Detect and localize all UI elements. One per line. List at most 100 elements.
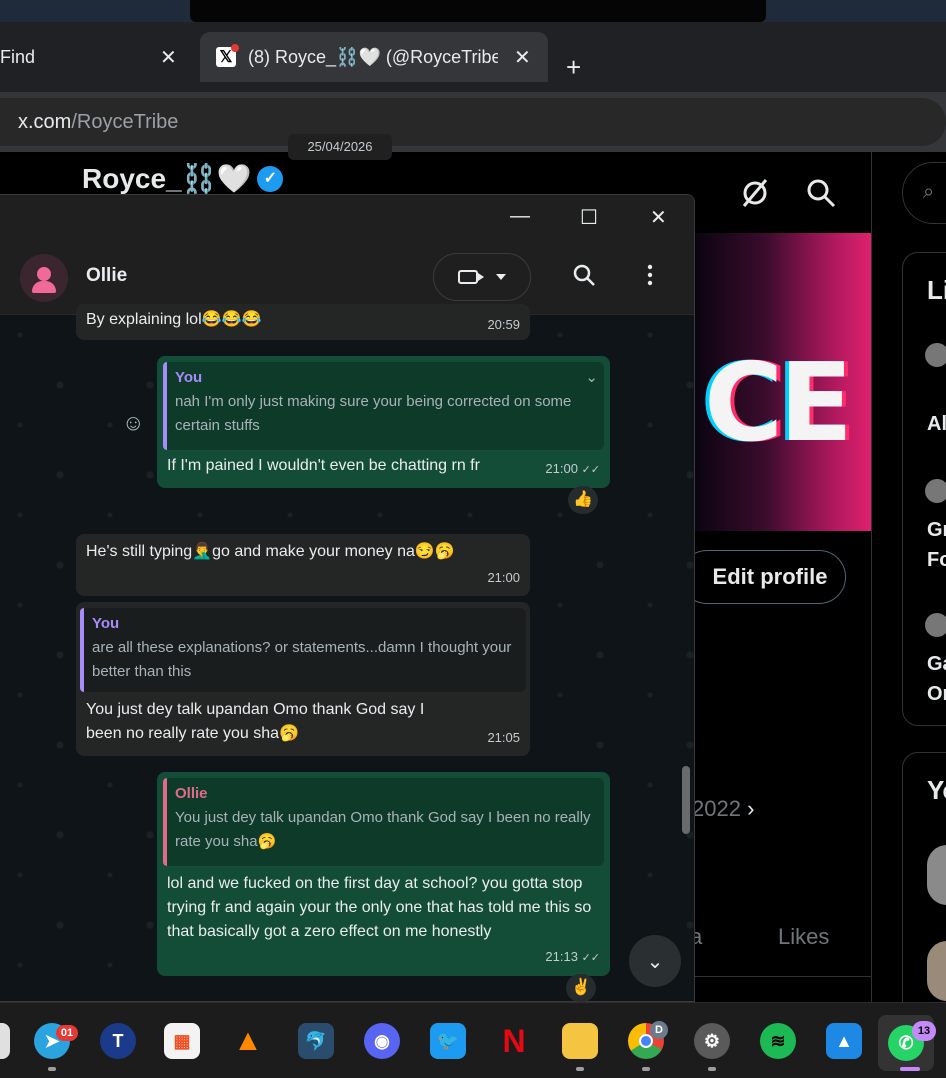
address-bar-area: x.com/RoyceTribe (0, 92, 946, 152)
grok-icon[interactable] (738, 176, 772, 210)
chevron-down-icon[interactable]: ⌄ (585, 366, 598, 390)
quote-bar (163, 362, 167, 450)
x-logo-icon: 𝕏 (216, 44, 239, 67)
panel-item[interactable]: Fo (927, 549, 946, 572)
close-icon[interactable]: ✕ (514, 45, 531, 70)
close-window-button[interactable]: ✕ (650, 205, 667, 230)
double-check-icon: ✓✓ (581, 952, 600, 964)
tab-find[interactable]: Find ✕ (0, 32, 196, 82)
notification-dot (231, 44, 239, 52)
running-indicator (900, 1067, 920, 1071)
panel-item[interactable]: Al (927, 413, 946, 436)
avatar (927, 941, 946, 1001)
quote-text: nah I'm only just making sure your being… (175, 393, 572, 434)
chevron-down-icon: ⌄ (646, 950, 664, 973)
netflix-icon[interactable]: N (496, 1023, 532, 1059)
url-host: x.com (18, 110, 72, 133)
trust-wallet-icon[interactable]: T (100, 1023, 136, 1059)
message-time: 21:13 ✓✓ (545, 949, 600, 964)
file-explorer-icon[interactable] (562, 1023, 598, 1059)
column-divider (871, 152, 872, 1002)
right-panel-lists: Li Al Gr Fo Ga Or (902, 252, 946, 726)
profile-banner: CE (694, 233, 872, 531)
reaction-badge[interactable]: 👍 (568, 486, 598, 514)
divider (694, 976, 872, 977)
minimize-button[interactable]: — (510, 205, 530, 228)
settings-gear-icon[interactable]: ⚙ (694, 1023, 730, 1059)
url-path: /RoyceTribe (71, 110, 179, 133)
panel-heading: Li (927, 275, 946, 305)
message-time: 20:59 (487, 317, 520, 332)
quote-author: Ollie (175, 785, 208, 802)
date-separator: 25/04/2026 (288, 134, 392, 160)
discord-icon[interactable]: ◉ (364, 1023, 400, 1059)
quote-text: are all these explanations? or statement… (92, 639, 512, 680)
url-input[interactable]: x.com/RoyceTribe (0, 98, 946, 146)
microsoft-store-icon[interactable]: ▦ (164, 1023, 200, 1059)
message-time: 21:05 (487, 730, 520, 745)
taskbar-partial-icon[interactable] (0, 1023, 10, 1059)
verified-badge-icon: ✓ (257, 165, 284, 192)
video-call-button[interactable] (433, 253, 531, 301)
search-icon[interactable] (572, 263, 596, 287)
message-incoming[interactable]: He's still typing🤦‍♂️go and make your mo… (76, 534, 530, 596)
message-text: If I'm pained I wouldn't even be chattin… (167, 457, 480, 474)
person-body-icon (32, 281, 56, 293)
reaction-badge[interactable]: ✌️ (566, 974, 596, 1002)
message-incoming[interactable]: You are all these explanations? or state… (76, 602, 530, 756)
new-tab-button[interactable]: + (566, 52, 581, 83)
quoted-message[interactable]: Ollie You just dey talk upandan Omo than… (163, 778, 604, 866)
quoted-message[interactable]: You are all these explanations? or state… (80, 608, 526, 692)
screen: Find ✕ 𝕏 (8) Royce_⛓️🤍 (@RoyceTribe) ✕ +… (0, 0, 946, 1078)
tab-royce-profile[interactable]: 𝕏 (8) Royce_⛓️🤍 (@RoyceTribe) ✕ (200, 32, 548, 82)
avatar (927, 845, 946, 905)
mysql-workbench-icon[interactable]: 🐬 (298, 1023, 334, 1059)
double-check-icon: ✓✓ (581, 464, 600, 476)
panel-item[interactable]: Or (927, 683, 946, 706)
running-indicator (642, 1067, 650, 1071)
edit-profile-button[interactable]: Edit profile (680, 550, 846, 604)
contact-name[interactable]: Ollie (86, 265, 127, 287)
emoji-react-icon[interactable]: ☺ (122, 410, 144, 436)
person-icon (37, 267, 51, 281)
maximize-button[interactable]: ☐ (580, 205, 598, 230)
window-title-bar: — ☐ ✕ (0, 195, 694, 241)
message-text: He's still typing🤦‍♂️go and make your mo… (86, 543, 455, 560)
search-icon[interactable] (804, 176, 838, 210)
panel-item[interactable]: Ga (927, 653, 946, 676)
message-time: 21:00 (487, 570, 520, 585)
avatar (925, 343, 946, 367)
chevron-down-icon (496, 274, 506, 280)
more-options-icon[interactable] (640, 263, 660, 287)
close-icon[interactable]: ✕ (160, 45, 177, 70)
spotify-icon[interactable]: ≋ (760, 1023, 796, 1059)
message-time: 21:00 ✓✓ (545, 461, 600, 476)
photos-icon[interactable]: ▲ (826, 1023, 862, 1059)
quoted-message[interactable]: You nah I'm only just making sure your b… (163, 362, 604, 450)
message-text: lol and we fucked on the first day at sc… (167, 875, 592, 940)
browser-tab-bar: Find ✕ 𝕏 (8) Royce_⛓️🤍 (@RoyceTribe) ✕ + (0, 22, 946, 92)
quote-bar (80, 608, 84, 692)
profile-badge: D (650, 1021, 668, 1039)
contact-avatar[interactable] (20, 254, 68, 302)
avatar (925, 479, 946, 503)
running-indicator (708, 1067, 716, 1071)
quote-author: You (92, 615, 120, 632)
scrollbar-thumb[interactable] (682, 766, 690, 834)
twitter-icon[interactable]: 🐦 (430, 1023, 466, 1059)
quote-text: You just dey talk upandan Omo thank God … (175, 809, 591, 850)
notification-badge: 01 (56, 1025, 78, 1041)
message-incoming[interactable]: By explaining lol😂😂😂 20:59 (76, 304, 530, 340)
message-outgoing[interactable]: You nah I'm only just making sure your b… (157, 356, 610, 488)
scroll-to-bottom-button[interactable]: ⌄ (629, 935, 681, 987)
search-icon: ⌕ (923, 181, 935, 203)
window-top-edge (190, 0, 766, 22)
running-indicator (576, 1067, 584, 1071)
message-outgoing[interactable]: Ollie You just dey talk upandan Omo than… (157, 772, 610, 976)
panel-item[interactable]: Gr (927, 519, 946, 542)
vlc-icon[interactable]: ▲ (230, 1023, 266, 1059)
profile-name-header: Royce_⛓️🤍 ✓ (82, 162, 284, 195)
tab-likes[interactable]: Likes (778, 924, 829, 950)
message-text: By explaining lol😂😂😂 (86, 311, 262, 328)
panel-heading: Yo (927, 775, 946, 805)
